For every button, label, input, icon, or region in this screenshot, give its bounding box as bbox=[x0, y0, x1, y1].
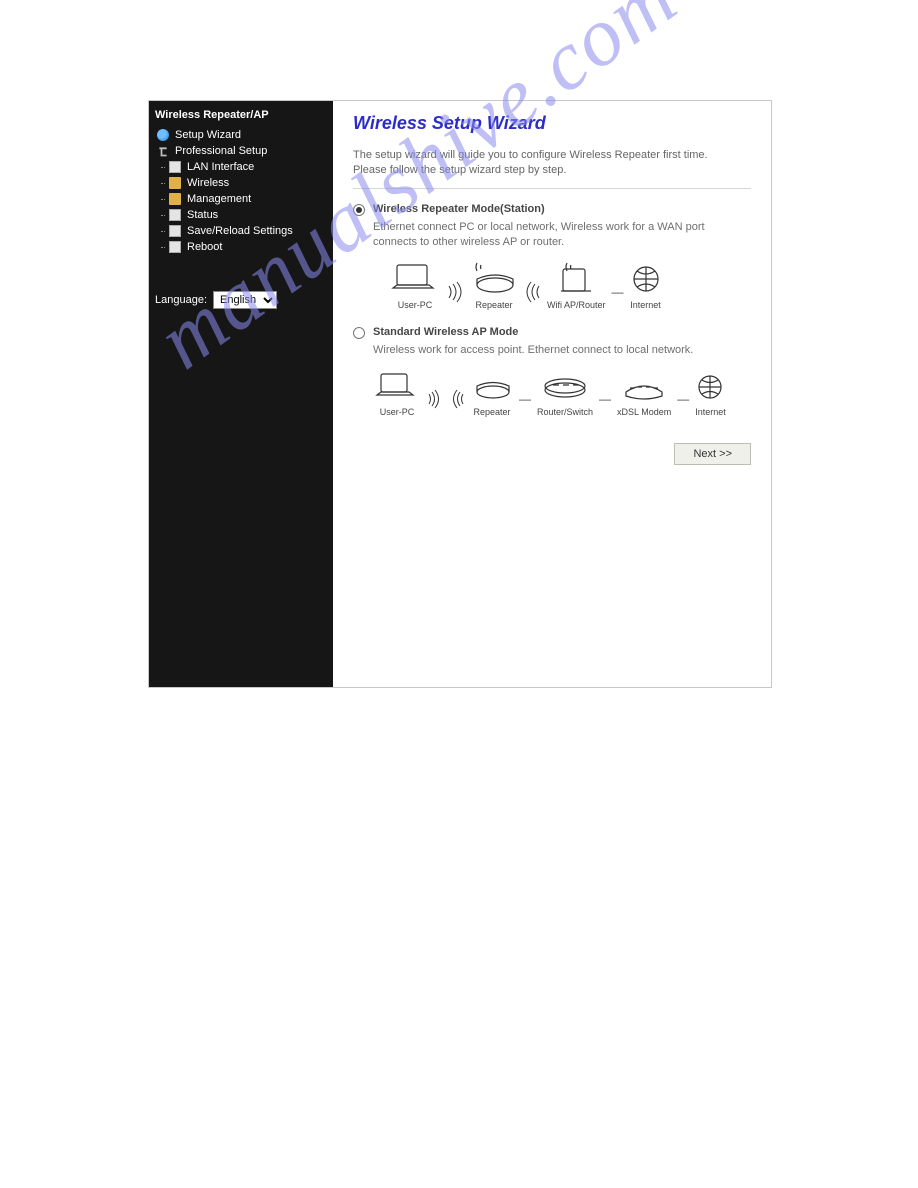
diagram-label: User-PC bbox=[380, 407, 415, 417]
diagram-userpc: User-PC bbox=[389, 261, 441, 310]
document-icon bbox=[169, 209, 181, 221]
repeater-icon bbox=[471, 261, 517, 297]
diagram-internet: Internet bbox=[695, 370, 726, 417]
nav-label: Save/Reload Settings bbox=[187, 225, 293, 237]
diagram-label: Repeater bbox=[473, 407, 510, 417]
option-repeater-mode[interactable]: Wireless Repeater Mode(Station) bbox=[353, 203, 751, 216]
nav-reboot[interactable]: Reboot bbox=[167, 241, 327, 253]
nav-label: Professional Setup bbox=[175, 145, 267, 157]
nav-lan-interface[interactable]: LAN Interface bbox=[167, 161, 327, 173]
sidebar: Wireless Repeater/AP Setup Wizard Profes… bbox=[149, 101, 333, 687]
laptop-icon bbox=[389, 261, 441, 297]
switch-icon bbox=[541, 370, 589, 404]
tree-icon bbox=[157, 145, 169, 157]
nav-save-reload[interactable]: Save/Reload Settings bbox=[167, 225, 327, 237]
diagram-modem: xDSL Modem bbox=[617, 370, 671, 417]
diagram-wifiap: Wifi AP/Router bbox=[547, 261, 606, 310]
app-frame: Wireless Repeater/AP Setup Wizard Profes… bbox=[148, 100, 772, 688]
internet-icon bbox=[695, 370, 725, 404]
option-description: Wireless work for access point. Ethernet… bbox=[353, 343, 751, 358]
option-description: Ethernet connect PC or local network, Wi… bbox=[353, 220, 751, 250]
nav-sublist: LAN Interface Wireless Management Status… bbox=[155, 161, 327, 253]
nav-label: LAN Interface bbox=[187, 161, 254, 173]
intro-line: Please follow the setup wizard step by s… bbox=[353, 163, 751, 178]
diagram-router: Router/Switch bbox=[537, 370, 593, 417]
content-panel: Wireless Setup Wizard The setup wizard w… bbox=[333, 101, 771, 687]
diagram-ap-mode: User-PC Repeater — bbox=[353, 364, 751, 433]
laptop-icon bbox=[373, 370, 421, 404]
language-row: Language: English bbox=[155, 291, 327, 309]
wifi-icon bbox=[427, 381, 443, 417]
diagram-userpc: User-PC bbox=[373, 370, 421, 417]
nav-label: Setup Wizard bbox=[175, 129, 241, 141]
connector-line: — bbox=[612, 274, 624, 310]
diagram-label: User-PC bbox=[398, 300, 433, 310]
repeater-icon bbox=[471, 370, 513, 404]
diagram-repeater-mode: User-PC Repeater bbox=[353, 255, 751, 326]
nav-label: Reboot bbox=[187, 241, 222, 253]
document-icon bbox=[169, 241, 181, 253]
nav-setup-wizard[interactable]: Setup Wizard bbox=[155, 129, 327, 141]
diagram-label: Router/Switch bbox=[537, 407, 593, 417]
option-ap-mode[interactable]: Standard Wireless AP Mode bbox=[353, 326, 751, 339]
internet-icon bbox=[630, 261, 662, 297]
language-label: Language: bbox=[155, 294, 207, 306]
nav-label: Wireless bbox=[187, 177, 229, 189]
diagram-internet: Internet bbox=[630, 261, 662, 310]
diagram-label: Internet bbox=[630, 300, 661, 310]
modem-icon bbox=[620, 370, 668, 404]
sidebar-title: Wireless Repeater/AP bbox=[155, 109, 327, 121]
intro-text: The setup wizard will guide you to confi… bbox=[353, 148, 751, 189]
radio-repeater-mode[interactable] bbox=[353, 204, 365, 216]
page-title: Wireless Setup Wizard bbox=[353, 113, 751, 134]
radio-ap-mode[interactable] bbox=[353, 327, 365, 339]
wifi-icon bbox=[447, 274, 465, 310]
document-icon bbox=[169, 161, 181, 173]
option-title: Standard Wireless AP Mode bbox=[373, 326, 518, 338]
document-icon bbox=[169, 225, 181, 237]
globe-icon bbox=[157, 129, 169, 141]
nav-label: Status bbox=[187, 209, 218, 221]
nav-label: Management bbox=[187, 193, 251, 205]
wifi-icon bbox=[523, 274, 541, 310]
next-button[interactable]: Next >> bbox=[674, 443, 751, 465]
intro-line: The setup wizard will guide you to confi… bbox=[353, 148, 751, 163]
diagram-label: Internet bbox=[695, 407, 726, 417]
diagram-repeater: Repeater bbox=[471, 261, 517, 310]
diagram-label: xDSL Modem bbox=[617, 407, 671, 417]
diagram-repeater: Repeater bbox=[471, 370, 513, 417]
connector-line: — bbox=[599, 381, 611, 417]
nav-management[interactable]: Management bbox=[167, 193, 327, 205]
diagram-label: Repeater bbox=[475, 300, 512, 310]
nav-professional-setup[interactable]: Professional Setup bbox=[155, 145, 327, 157]
router-icon bbox=[553, 261, 599, 297]
folder-icon bbox=[169, 193, 181, 205]
connector-line: — bbox=[519, 381, 531, 417]
option-title: Wireless Repeater Mode(Station) bbox=[373, 203, 545, 215]
connector-line: — bbox=[677, 381, 689, 417]
folder-icon bbox=[169, 177, 181, 189]
nav-status[interactable]: Status bbox=[167, 209, 327, 221]
language-select[interactable]: English bbox=[213, 291, 277, 309]
button-row: Next >> bbox=[353, 443, 751, 465]
nav-wireless[interactable]: Wireless bbox=[167, 177, 327, 189]
wifi-icon bbox=[449, 381, 465, 417]
diagram-label: Wifi AP/Router bbox=[547, 300, 606, 310]
